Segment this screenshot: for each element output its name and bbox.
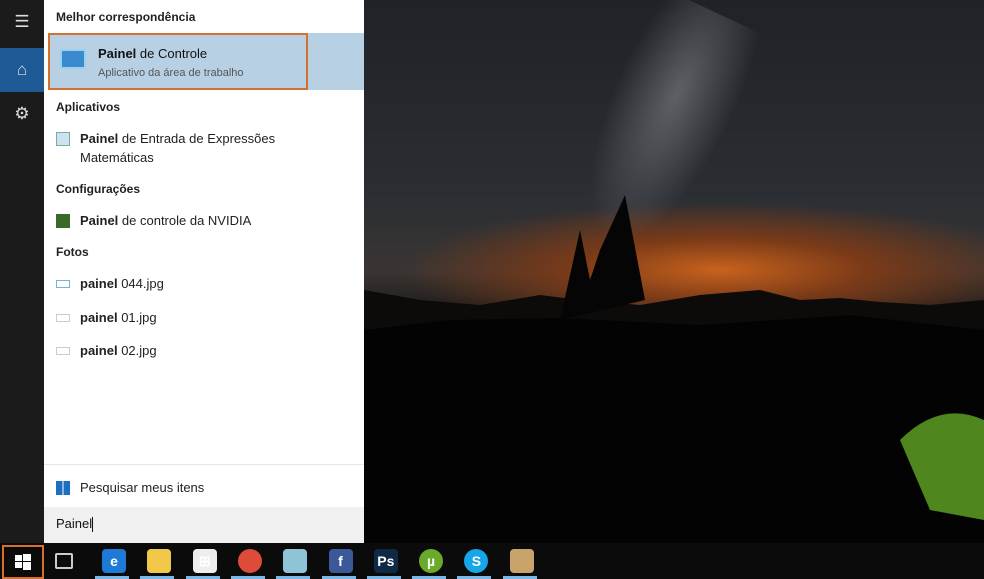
paint-icon[interactable] — [509, 549, 534, 573]
nvidia-icon — [56, 214, 70, 228]
search-results-panel: Melhor correspondência Painel de Control… — [44, 0, 364, 543]
item-bold: Painel — [80, 131, 119, 146]
item-bold: painel — [80, 343, 118, 358]
home-icon[interactable]: ⌂ — [0, 48, 44, 92]
gear-icon[interactable]: ⚙ — [0, 92, 44, 136]
title-bold: Painel — [98, 46, 137, 61]
image-file-icon — [56, 280, 70, 288]
best-match-control-panel[interactable]: Painel de Controle Aplicativo da área de… — [48, 33, 308, 90]
item-rest: de controle da NVIDIA — [118, 213, 252, 228]
photoshop-icon[interactable]: Ps — [373, 549, 398, 573]
edge-icon[interactable]: e — [102, 549, 126, 573]
item-rest: 01.jpg — [117, 310, 157, 325]
utorrent-icon[interactable]: µ — [419, 549, 444, 573]
item-bold: painel — [80, 310, 118, 325]
facebook-icon[interactable]: f — [328, 549, 353, 573]
item-rest: 02.jpg — [117, 343, 157, 358]
store-icon[interactable]: ⊞ — [192, 549, 217, 573]
menu-icon[interactable]: ☰ — [0, 0, 44, 44]
photos-header: Fotos — [56, 245, 89, 259]
start-button[interactable] — [2, 545, 44, 579]
list-item[interactable]: painel 044.jpg — [56, 274, 164, 293]
chrome-icon[interactable] — [237, 549, 262, 573]
start-rail: ☰ ⌂ ⚙ — [0, 0, 44, 543]
task-view-icon[interactable] — [55, 553, 73, 569]
list-item[interactable]: Painel de controle da NVIDIA — [56, 211, 251, 230]
windows-icon — [56, 481, 70, 495]
image-file-icon — [56, 314, 70, 322]
best-match-subtitle: Aplicativo da área de trabalho — [98, 67, 244, 79]
settings-header: Configurações — [56, 182, 141, 196]
math-input-icon — [56, 132, 70, 146]
skype-icon[interactable]: S — [464, 549, 489, 573]
windows-icon — [15, 554, 31, 570]
notepad-icon[interactable] — [283, 549, 308, 573]
list-item[interactable]: painel 02.jpg — [56, 341, 157, 360]
search-input[interactable]: Painel — [44, 507, 364, 543]
file-explorer-icon[interactable] — [147, 549, 172, 573]
title-rest: de Controle — [136, 46, 208, 61]
control-panel-icon — [60, 49, 86, 69]
search-my-items[interactable]: Pesquisar meus itens — [44, 464, 364, 507]
search-my-items-label: Pesquisar meus itens — [80, 480, 205, 495]
list-item[interactable]: painel 01.jpg — [56, 308, 157, 327]
image-file-icon — [56, 347, 70, 355]
item-bold: painel — [80, 276, 118, 291]
best-match-header: Melhor correspondência — [56, 10, 196, 24]
item-bold: Painel — [80, 213, 119, 228]
search-value: Painel — [56, 516, 93, 531]
taskbar: e ⊞ f Ps µ S — [0, 543, 984, 579]
apps-header: Aplicativos — [56, 100, 121, 114]
list-item[interactable]: Painel de Entrada de Expressões Matemáti… — [56, 129, 306, 167]
item-rest: 044.jpg — [117, 276, 164, 291]
